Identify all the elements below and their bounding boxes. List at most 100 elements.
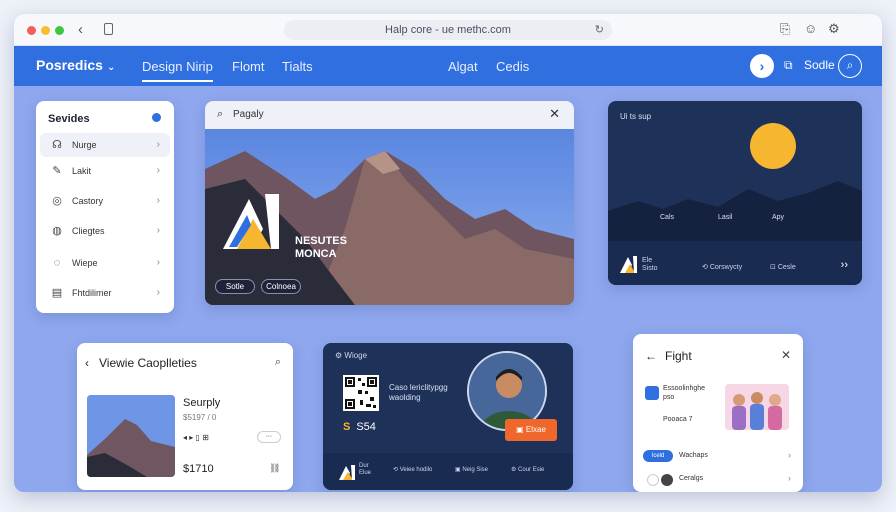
page-icon[interactable] bbox=[104, 23, 113, 35]
status-badge[interactable]: Iceld bbox=[643, 450, 673, 462]
chevron-right-icon: › bbox=[156, 225, 160, 236]
lock-icon bbox=[645, 386, 659, 400]
search-icon[interactable]: ⌕ bbox=[838, 54, 862, 78]
options-chip[interactable]: ◦◦◦ bbox=[257, 431, 281, 443]
fight-row-2-label[interactable]: Ceralgs bbox=[679, 475, 703, 482]
chevron-left-icon[interactable]: ‹ bbox=[85, 356, 89, 370]
views-header: ‹ Viewie Caoplleties bbox=[85, 356, 197, 370]
close-icon[interactable]: ✕ bbox=[549, 106, 560, 122]
fight-title: Fight bbox=[665, 349, 692, 363]
service-item-lakit[interactable]: ✎ Lakit › bbox=[40, 159, 170, 183]
ticket-price-row: S S54 bbox=[343, 421, 376, 433]
playback-controls[interactable]: ◂ ▸ ▯ ⊞ bbox=[183, 433, 209, 442]
tool-label[interactable]: Sodle bbox=[804, 58, 835, 72]
pen-icon: ✎ bbox=[52, 165, 62, 177]
hero-pill-colnoea[interactable]: Colnoea bbox=[261, 279, 301, 294]
extensions-icon[interactable]: ☺ bbox=[804, 21, 817, 36]
nav-link-cedis[interactable]: Cedis bbox=[496, 59, 529, 74]
views-card: ‹ Viewie Caoplleties ⌕ Seurply $5197 / 0 … bbox=[77, 343, 293, 490]
ticket-header: ⚙ Wioge bbox=[335, 351, 368, 360]
minimize-window-button[interactable] bbox=[41, 26, 50, 35]
share-icon[interactable]: ⎘ bbox=[780, 21, 790, 37]
tool-icon[interactable]: ⧉ bbox=[784, 58, 793, 73]
service-item-fhtdilimer[interactable]: ▤ Fhtdilimer › bbox=[40, 281, 170, 305]
landscape-title: Ui ts sup bbox=[620, 112, 652, 121]
hero-search-bar[interactable]: ⌕ Pagaly ✕ bbox=[205, 101, 574, 129]
ticket-footer-item-4-label: Cour Esie bbox=[518, 467, 545, 473]
link-icon[interactable]: ⛓ bbox=[269, 463, 280, 474]
product-price: $1710 bbox=[183, 463, 214, 475]
brand-menu[interactable]: Posredics ⌄ bbox=[36, 57, 115, 73]
next-button[interactable]: › bbox=[750, 54, 774, 78]
group-photo[interactable] bbox=[725, 384, 789, 430]
service-label: Fhtdilimer bbox=[72, 288, 112, 298]
ticket-footer-item-4[interactable]: ⚙ Cour Esie bbox=[511, 466, 544, 473]
ticket-currency: S bbox=[343, 421, 351, 433]
footer-item-3-label: Cesle bbox=[777, 264, 796, 271]
chevron-right-icon: › bbox=[156, 287, 160, 298]
headset-icon: ☊ bbox=[52, 139, 62, 151]
double-chevron-icon[interactable]: ›› bbox=[841, 259, 848, 271]
close-window-button[interactable] bbox=[27, 26, 36, 35]
fight-row-1-label[interactable]: Wachaps bbox=[679, 452, 708, 459]
globe-icon: ◍ bbox=[52, 225, 62, 237]
brand-name: Posredics bbox=[36, 57, 103, 73]
landscape-footer: Ele Sisto ⟲ Corswycty ⊡ Cesle ›› bbox=[608, 241, 862, 285]
mountain-thumbnail bbox=[87, 395, 175, 477]
chevron-right-icon[interactable]: › bbox=[788, 473, 791, 483]
service-label: Nurge bbox=[72, 140, 97, 150]
hero-pill-sotle[interactable]: Sotle bbox=[215, 279, 255, 294]
ticket-footer-item-3[interactable]: ▣ Neig Sise bbox=[455, 466, 488, 473]
search-icon: ⌕ bbox=[217, 108, 224, 120]
ticket-cta-label: Elxae bbox=[525, 425, 546, 434]
landscape-label-2: Lasil bbox=[718, 214, 733, 221]
footer-item-2-label: Corswycty bbox=[709, 264, 743, 271]
search-icon[interactable]: ⌕ bbox=[275, 356, 281, 369]
radio-option[interactable] bbox=[647, 474, 659, 486]
ticket-footer-item-3-label: Neig Sise bbox=[462, 467, 489, 473]
maximize-window-button[interactable] bbox=[55, 26, 64, 35]
product-thumbnail[interactable] bbox=[87, 395, 175, 477]
nav-link-algat[interactable]: Algat bbox=[448, 59, 478, 74]
close-icon[interactable]: ✕ bbox=[781, 348, 791, 362]
back-icon[interactable]: ‹ bbox=[78, 21, 83, 38]
service-item-wiepe[interactable]: ◌ Wiepe › bbox=[40, 251, 170, 275]
nav-link-flomt[interactable]: Flomt bbox=[232, 59, 265, 74]
ticket-description-line-1: Caso lericlitypgg bbox=[389, 383, 448, 392]
chevron-down-icon: ⌄ bbox=[106, 62, 116, 73]
fight-text-1b: pso bbox=[663, 394, 675, 401]
status-dot bbox=[152, 113, 161, 122]
brand-logo-small bbox=[620, 256, 637, 273]
service-item-castory[interactable]: ◎ Castory › bbox=[40, 189, 170, 213]
ticket-footer-item-1[interactable]: Dur Elue bbox=[359, 463, 377, 477]
qr-code[interactable] bbox=[343, 375, 379, 411]
arrow-left-icon[interactable]: ← bbox=[645, 349, 657, 363]
services-card: Sevides ☊ Nurge › ✎ Lakit › ◎ Castory › … bbox=[36, 101, 174, 313]
footer-item-2[interactable]: ⟲ Corswycty bbox=[702, 263, 742, 271]
fight-card: ← Fight ✕ Essoolinhghe pso Pooaca 7 Iceld… bbox=[633, 334, 803, 492]
calendar-icon: ▤ bbox=[51, 287, 63, 299]
chevron-right-icon[interactable]: › bbox=[788, 450, 791, 460]
ticket-description: Caso lericlitypgg waolding bbox=[389, 383, 448, 403]
settings-icon[interactable]: ⚙ bbox=[828, 21, 840, 37]
nav-link-tialts[interactable]: Tialts bbox=[282, 59, 313, 74]
top-navbar: Posredics ⌄ Design Nirip Flomt Tialts Alg… bbox=[14, 46, 882, 86]
avatar-small bbox=[661, 474, 673, 486]
footer-item-3[interactable]: ⊡ Cesle bbox=[770, 263, 796, 271]
fight-header: ← Fight bbox=[645, 349, 692, 363]
service-item-nurge[interactable]: ☊ Nurge › bbox=[40, 133, 170, 157]
service-item-cliegtes[interactable]: ◍ Cliegtes › bbox=[40, 219, 170, 243]
product-subtitle: $5197 / 0 bbox=[183, 413, 217, 422]
ticket-footer-item-2[interactable]: ⟲ Veiee hodilo bbox=[393, 466, 432, 473]
ticket-cta-button[interactable]: ▣ Elxae bbox=[505, 419, 557, 441]
service-label: Lakit bbox=[72, 166, 92, 176]
reload-icon[interactable]: ↻ bbox=[595, 20, 604, 40]
chevron-right-icon: › bbox=[156, 257, 160, 268]
ticket-footer-item-2-label: Veiee hodilo bbox=[399, 467, 433, 473]
brand-logo bbox=[223, 194, 279, 249]
footer-item-1[interactable]: Ele Sisto bbox=[642, 257, 660, 273]
url-text: Halp core - ue methc.com bbox=[385, 24, 511, 36]
nav-link-design[interactable]: Design Nirip bbox=[142, 59, 213, 82]
fight-text-2: Pooaca 7 bbox=[663, 416, 693, 423]
address-bar[interactable]: Halp core - ue methc.com ↻ bbox=[284, 20, 612, 40]
